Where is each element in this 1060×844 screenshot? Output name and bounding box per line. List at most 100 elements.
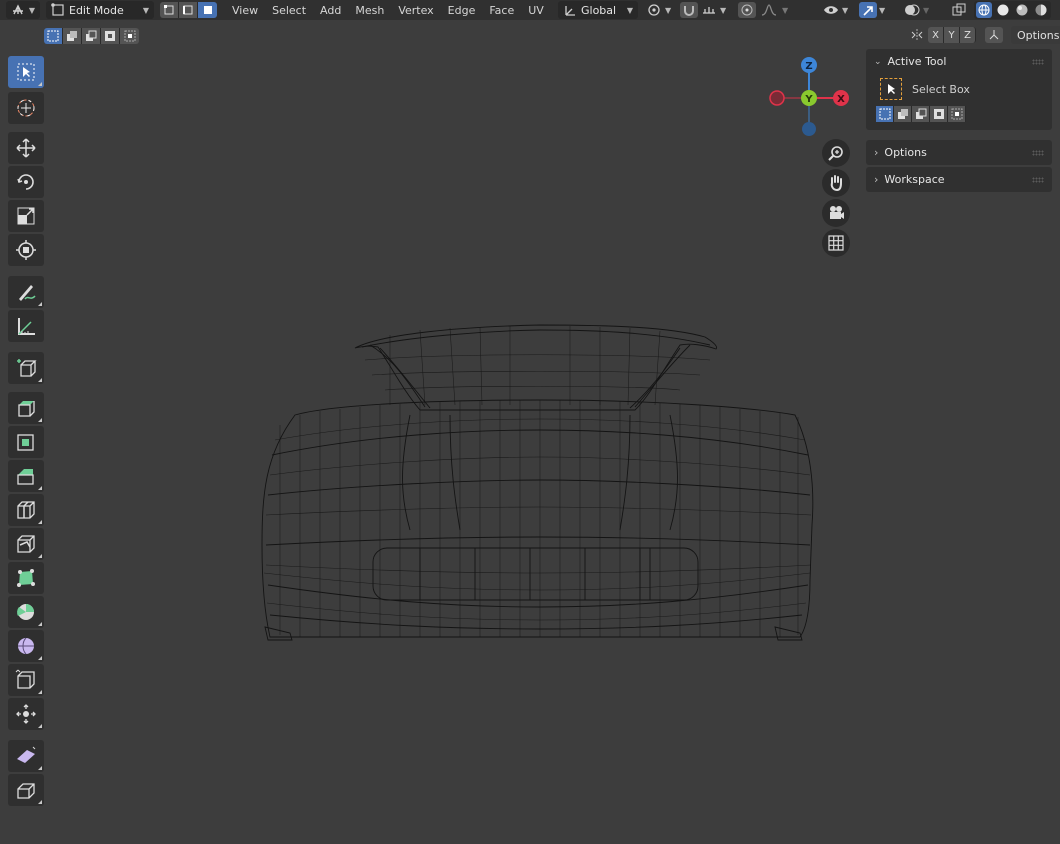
tool-inset-faces[interactable]	[8, 426, 44, 458]
edge-select-button[interactable]	[179, 2, 198, 18]
menu-mesh[interactable]: Mesh	[351, 4, 388, 17]
menu-vertex[interactable]: Vertex	[394, 4, 437, 17]
set-new-selection-button[interactable]	[44, 28, 63, 44]
select-subtract-icon	[915, 108, 926, 119]
select-extend-icon	[897, 109, 908, 119]
mirror-icon[interactable]	[910, 27, 926, 46]
tool-smooth[interactable]	[8, 630, 44, 662]
mirror-y-button[interactable]: Y	[944, 27, 960, 43]
pan-button[interactable]	[822, 169, 850, 197]
chevron-down-icon: ▼	[142, 5, 149, 15]
chevron-down-icon[interactable]: ▼	[923, 6, 929, 15]
tool-spin[interactable]	[8, 596, 44, 628]
tool-shear[interactable]	[8, 740, 44, 772]
tool-poly-build[interactable]	[8, 562, 44, 594]
mesh-edge-grid	[263, 326, 812, 637]
tool-transform[interactable]	[8, 234, 44, 266]
options-header[interactable]: › Options	[866, 140, 1052, 165]
zoom-button[interactable]	[822, 139, 850, 167]
navigation-gizmo[interactable]: Z X Y	[764, 56, 854, 138]
intersect-selection-button[interactable]	[120, 28, 139, 44]
extend-selection-button[interactable]	[894, 106, 912, 122]
pivot-point-dropdown[interactable]: ▼	[645, 0, 671, 20]
extend-selection-button[interactable]	[63, 28, 82, 44]
menu-add[interactable]: Add	[316, 4, 345, 17]
gizmo-icon	[863, 6, 873, 16]
transform-orientation-dropdown[interactable]: Global ▼	[558, 1, 638, 19]
menu-edge[interactable]: Edge	[444, 4, 480, 17]
drag-grip-icon[interactable]	[1032, 59, 1044, 65]
tool-edge-slide[interactable]	[8, 664, 44, 696]
active-tool-header[interactable]: ⌄ Active Tool	[866, 49, 1052, 74]
tool-extrude-region[interactable]	[8, 392, 44, 424]
material-shading-button[interactable]	[1014, 2, 1030, 18]
menu-uv[interactable]: UV	[524, 4, 548, 17]
tool-move[interactable]	[8, 132, 44, 164]
mirror-x-button[interactable]: X	[928, 27, 944, 43]
tool-measure[interactable]	[8, 310, 44, 342]
tool-knife[interactable]	[8, 528, 44, 560]
subtract-selection-button[interactable]	[82, 28, 101, 44]
mesh-wireframe	[261, 324, 814, 641]
face-select-button[interactable]	[198, 2, 217, 18]
drag-grip-icon[interactable]	[1032, 150, 1044, 156]
pivot-icon	[645, 2, 663, 18]
overlays-toggle[interactable]	[903, 2, 921, 18]
mirror-z-button[interactable]: Z	[960, 27, 976, 43]
car-wireframe-mesh[interactable]	[250, 315, 820, 650]
increment-icon	[703, 7, 715, 14]
snap-toggle[interactable]	[680, 2, 698, 18]
vertex-mode-icon	[164, 5, 174, 15]
neg-x-axis-handle[interactable]	[769, 90, 785, 106]
wireframe-shading-button[interactable]	[976, 2, 992, 18]
editor-type-dropdown[interactable]: ▼	[6, 1, 40, 19]
tool-select-box[interactable]	[8, 56, 44, 88]
tool-rip-region[interactable]	[8, 774, 44, 806]
tool-bevel[interactable]	[8, 460, 44, 492]
camera-view-button[interactable]	[822, 199, 850, 227]
solid-shading-button[interactable]	[995, 2, 1011, 18]
menu-face[interactable]: Face	[485, 4, 518, 17]
workspace-header[interactable]: › Workspace	[866, 167, 1052, 192]
options-popover-button[interactable]: Options	[1011, 26, 1060, 44]
tool-shrink-fatten[interactable]	[8, 698, 44, 730]
active-tool-name: Select Box	[912, 82, 970, 96]
set-new-selection-button[interactable]	[876, 106, 894, 122]
tool-annotate[interactable]	[8, 276, 44, 308]
chevron-down-icon[interactable]: ▼	[879, 6, 885, 15]
tool-cursor[interactable]	[8, 92, 44, 124]
menu-view[interactable]: View	[228, 4, 262, 17]
menu-bar: View Select Add Mesh Vertex Edge Face UV	[228, 0, 548, 20]
drag-grip-icon[interactable]	[1032, 177, 1044, 183]
tool-add-cube[interactable]	[8, 352, 44, 384]
difference-selection-button[interactable]	[101, 28, 120, 44]
tool-rotate[interactable]	[8, 166, 44, 198]
neg-z-axis-handle[interactable]	[802, 122, 816, 136]
perspective-toggle-button[interactable]	[822, 229, 850, 257]
tool-scale[interactable]	[8, 200, 44, 232]
xray-toggle[interactable]	[950, 0, 968, 20]
chevron-down-icon: ⌄	[874, 56, 882, 67]
chevron-down-icon: ▼	[626, 5, 633, 15]
tool-loop-cut[interactable]	[8, 494, 44, 526]
snap-target-dropdown[interactable]	[700, 2, 718, 18]
falloff-dropdown[interactable]	[760, 2, 778, 18]
proportional-edit-toggle[interactable]	[738, 2, 756, 18]
menu-select[interactable]: Select	[268, 4, 310, 17]
scale-icon	[17, 207, 35, 225]
auto-merge-toggle[interactable]	[985, 27, 1003, 43]
vertex-select-button[interactable]	[160, 2, 179, 18]
solid-sphere-icon	[997, 4, 1009, 16]
wireframe-sphere-icon	[978, 4, 990, 16]
subtract-selection-button[interactable]	[912, 106, 930, 122]
select-box-icon[interactable]	[880, 78, 902, 100]
extrude-icon	[18, 401, 35, 417]
rendered-shading-button[interactable]	[1033, 2, 1049, 18]
gizmo-toggle[interactable]	[859, 2, 877, 18]
intersect-selection-button[interactable]	[948, 106, 966, 122]
object-visibility-dropdown[interactable]: ▼	[822, 0, 848, 20]
options-title: Options	[884, 146, 927, 159]
difference-selection-button[interactable]	[930, 106, 948, 122]
mode-dropdown[interactable]: Edit Mode ▼	[46, 1, 154, 19]
chevron-right-icon: ›	[874, 146, 879, 159]
